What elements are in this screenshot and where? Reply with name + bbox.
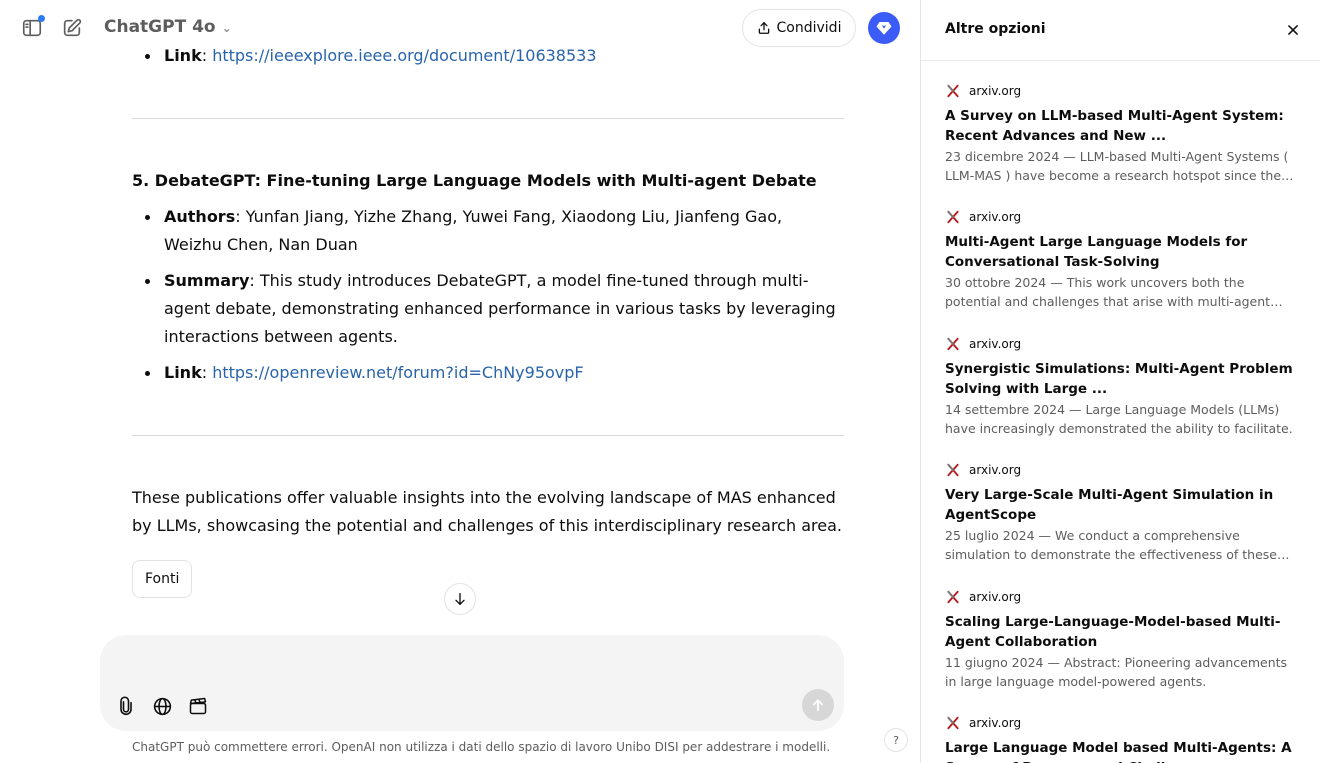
list-item: Authors: Yunfan Jiang, Yizhe Zhang, Yuwe… [145, 203, 844, 259]
arrow-down-icon [455, 593, 465, 605]
sources-button[interactable]: Fonti [132, 560, 193, 598]
summary-text: This study introduces DebateGPT, a model… [164, 271, 836, 346]
source-title: Very Large-Scale Multi-Agent Simulation … [945, 487, 1274, 523]
source-snippet: 23 dicembre 2024 — LLM-based Multi-Agent… [945, 149, 1289, 183]
arxiv-favicon-icon [945, 83, 961, 99]
source-snippet: 11 giugno 2024 — Abstract: Pioneering ad… [945, 655, 1288, 689]
source-item[interactable]: arxiv.org Very Large-Scale Multi-Agent S… [945, 461, 1297, 564]
source-snippet: 25 luglio 2024 — We conduct a comprehens… [945, 528, 1277, 562]
source-item[interactable]: arxiv.org Large Language Model based Mul… [945, 714, 1297, 763]
sidebar-toggle-button[interactable] [14, 10, 50, 46]
source-item[interactable]: arxiv.org A Survey on LLM-based Multi-Ag… [945, 82, 1297, 185]
source-title: Large Language Model based Multi-Agents:… [945, 740, 1292, 763]
disclaimer-text: ChatGPT può commettere errori. OpenAI no… [132, 740, 831, 754]
publication-heading: 5. DebateGPT: Fine-tuning Large Language… [132, 171, 817, 190]
source-site: arxiv.org [969, 590, 1022, 604]
source-site: arxiv.org [969, 463, 1022, 477]
new-chat-button[interactable] [54, 10, 90, 46]
authors-label: Authors [164, 207, 236, 226]
source-snippet: 14 settembre 2024 — Large Language Model… [945, 402, 1293, 436]
source-snippet: 30 ottobre 2024 — This work uncovers bot… [945, 275, 1271, 309]
chat-main: Link: https://ieeexplore.ieee.org/docume… [0, 0, 920, 763]
model-selector[interactable]: ChatGPT 4o ⌄ [104, 17, 232, 37]
source-title: Scaling Large-Language-Model-based Multi… [945, 614, 1281, 650]
model-name-label: ChatGPT 4o [104, 17, 216, 37]
source-site: arxiv.org [969, 210, 1022, 224]
clapperboard-icon [189, 697, 207, 715]
source-site: arxiv.org [969, 337, 1022, 351]
divider [132, 118, 844, 119]
share-button[interactable]: Condividi [742, 9, 856, 47]
close-button[interactable] [1283, 20, 1303, 40]
notification-dot [38, 15, 45, 22]
panel-title: Altre opzioni [945, 21, 1046, 37]
list-item: Summary: This study introduces DebateGPT… [145, 267, 844, 351]
web-search-button[interactable] [150, 694, 174, 718]
send-button[interactable] [802, 689, 834, 721]
diamond-icon [876, 22, 892, 35]
list-item: Link: https://openreview.net/forum?id=Ch… [145, 359, 844, 387]
top-bar: ChatGPT 4o ⌄ Condividi [0, 0, 920, 56]
divider [132, 435, 844, 436]
attach-button[interactable] [114, 694, 138, 718]
message-composer[interactable] [100, 635, 844, 731]
arxiv-favicon-icon [945, 589, 961, 605]
conclusion-text: These publications offer valuable insigh… [132, 488, 842, 535]
help-button[interactable]: ? [884, 728, 908, 752]
arxiv-favicon-icon [945, 209, 961, 225]
arxiv-favicon-icon [945, 715, 961, 731]
source-title: A Survey on LLM-based Multi-Agent System… [945, 108, 1284, 144]
source-title: Multi-Agent Large Language Models for Co… [945, 234, 1248, 270]
arrow-up-icon [813, 699, 823, 712]
source-item[interactable]: arxiv.org Synergistic Simulations: Multi… [945, 335, 1297, 438]
edit-icon [63, 18, 82, 37]
canvas-button[interactable] [186, 694, 210, 718]
panel-header: Altre opzioni [921, 0, 1320, 61]
link-label: Link [164, 363, 202, 382]
chevron-down-icon: ⌄ [221, 21, 232, 35]
avatar[interactable] [868, 12, 900, 44]
source-site: arxiv.org [969, 84, 1022, 98]
source-item[interactable]: arxiv.org Multi-Agent Large Language Mod… [945, 208, 1297, 311]
sources-panel: Altre opzioni arxiv.org A Survey on LLM-… [920, 0, 1320, 763]
paperclip-icon [120, 696, 132, 716]
scroll-down-button[interactable] [444, 583, 476, 615]
close-icon [1288, 25, 1298, 35]
openreview-link[interactable]: https://openreview.net/forum?id=ChNy95ov… [212, 363, 583, 382]
share-icon [758, 22, 769, 34]
source-title: Synergistic Simulations: Multi-Agent Pro… [945, 361, 1293, 397]
arxiv-favicon-icon [945, 336, 961, 352]
arxiv-favicon-icon [945, 462, 961, 478]
authors-text: Yunfan Jiang, Yizhe Zhang, Yuwei Fang, X… [164, 207, 783, 254]
globe-icon [153, 697, 171, 715]
source-item[interactable]: arxiv.org Scaling Large-Language-Model-b… [945, 588, 1297, 691]
source-site: arxiv.org [969, 716, 1022, 730]
share-label: Condividi [776, 20, 842, 36]
summary-label: Summary [164, 271, 250, 290]
